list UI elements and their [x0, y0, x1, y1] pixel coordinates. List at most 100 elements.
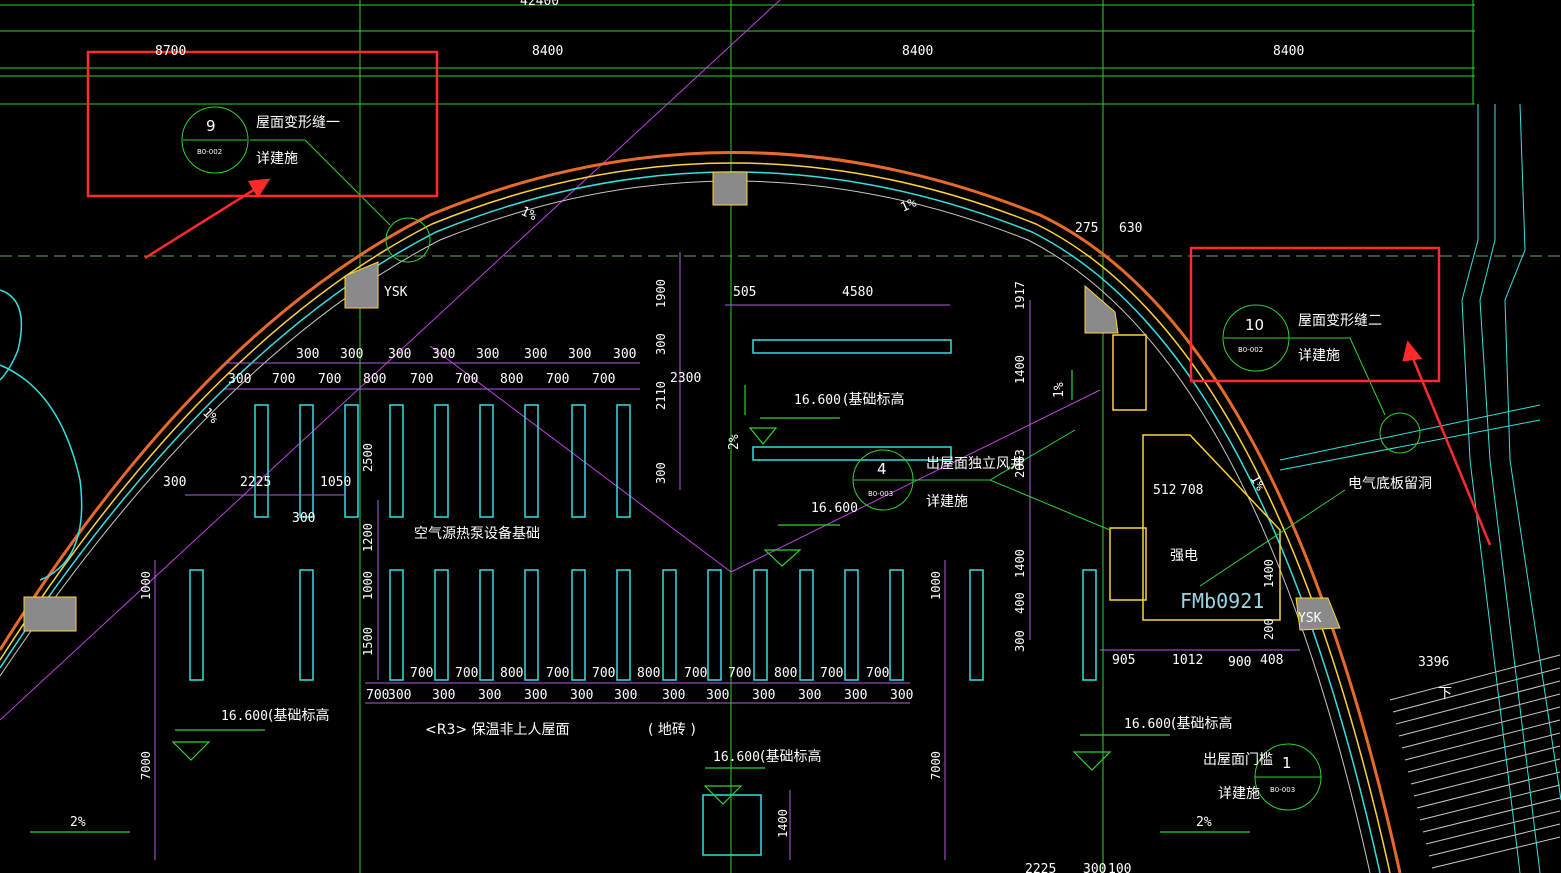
dim-misc: 505 — [733, 285, 756, 300]
dim-vert: 1400 — [776, 809, 790, 838]
elev-1-note: (基础标高 — [843, 391, 904, 408]
dim-top-4: 8400 — [1273, 44, 1304, 59]
dim-b: 800 — [500, 372, 523, 387]
callout-10-sheet: B0-002 — [1238, 346, 1263, 354]
dim-vert: 1000 — [929, 571, 943, 600]
slope-label: 2% — [1196, 815, 1212, 830]
dim-vert: 7000 — [929, 751, 943, 780]
dim-c: 700 — [455, 666, 478, 681]
dim-vert: 300 — [654, 462, 668, 484]
dim-misc: 300 — [292, 511, 315, 526]
elev-5-value: 16.600 — [713, 750, 760, 765]
elev-4-note: (基础标高 — [1171, 715, 1232, 732]
dim-b: 700 — [455, 372, 478, 387]
dim-vert: 1400 — [1013, 549, 1027, 578]
callout-4-label: 出屋面独立风井 — [926, 456, 1024, 472]
dim-d: 300 — [614, 688, 637, 703]
dim-vert: 1000 — [361, 571, 375, 600]
dim-c: 800 — [637, 666, 660, 681]
dim-vert: 7000 — [139, 751, 153, 780]
dim-misc: 1012 — [1172, 653, 1203, 668]
dim-c: 700 — [410, 666, 433, 681]
dim-misc: 2300 — [670, 371, 701, 386]
dim-d: 300 — [798, 688, 821, 703]
dim-d: 300 — [662, 688, 685, 703]
callout-10-number: 10 — [1245, 316, 1264, 334]
dim-d: 300 — [570, 688, 593, 703]
dim-c: 800 — [500, 666, 523, 681]
roof-type-label: <R3> 保温非上人屋面 — [425, 722, 570, 738]
diagonal-lines — [0, 0, 1101, 721]
callout-1-label: 出屋面门槛 — [1203, 752, 1273, 768]
dim-d: 300 — [388, 688, 411, 703]
dim-top-3: 8400 — [902, 44, 933, 59]
dim-b: 800 — [363, 372, 386, 387]
dim-a: 300 — [340, 347, 363, 362]
callout-4-ref: 详建施 — [926, 494, 968, 510]
dim-a: 300 — [568, 347, 591, 362]
dim-vert: 2500 — [361, 443, 375, 472]
slope-label: 1% — [898, 195, 919, 215]
dim-b: 700 — [272, 372, 295, 387]
dim-misc: 900 — [1228, 655, 1251, 670]
dim-misc: 275 — [1075, 221, 1098, 236]
elev-3-note: (基础标高 — [268, 707, 329, 724]
dim-misc: 708 — [1180, 483, 1203, 498]
dim-d: 300 — [478, 688, 501, 703]
dim-d: 700 — [366, 688, 389, 703]
dim-vert: 1200 — [361, 523, 375, 552]
dim-d: 300 — [844, 688, 867, 703]
elev-3-value: 16.600 — [221, 709, 268, 724]
axis-grid — [0, 0, 1561, 873]
callout-1-sheet: B0-003 — [1270, 786, 1295, 794]
dim-misc: 512 — [1153, 483, 1176, 498]
dimension-lines — [154, 252, 1300, 860]
equipment-bases — [189, 339, 1097, 856]
dim-d: 300 — [890, 688, 913, 703]
callout-1-ref: 详建施 — [1218, 786, 1260, 802]
elev-2-value: 16.600 — [811, 501, 858, 516]
dimension-labels: 42400 8700 8400 8400 8400 300 300 300 30… — [155, 0, 1449, 873]
callout-1-number: 1 — [1282, 754, 1292, 772]
dim-b: 700 — [592, 372, 615, 387]
cad-roof-plan-drawing: 42400 8700 8400 8400 8400 300 300 300 30… — [0, 0, 1561, 873]
dim-misc: 1050 — [320, 475, 351, 490]
slope-label: 2% — [727, 434, 742, 450]
slope-label: 2% — [70, 815, 86, 830]
dim-misc: 2225 — [240, 475, 271, 490]
dim-a: 300 — [432, 347, 455, 362]
dim-c: 700 — [820, 666, 843, 681]
callout-9-sheet: B0-002 — [197, 148, 222, 156]
dim-vert: 1917 — [1013, 281, 1027, 310]
dim-misc: 408 — [1260, 653, 1283, 668]
dim-d: 300 — [524, 688, 547, 703]
elevation-markers — [30, 370, 1250, 833]
dim-misc: 3396 — [1418, 655, 1449, 670]
callout-10-label: 屋面变形缝二 — [1298, 313, 1382, 329]
dim-c: 700 — [728, 666, 751, 681]
dim-vert: 1400 — [1262, 559, 1276, 588]
elev-1-value: 16.600 — [794, 393, 841, 408]
callout-4-number: 4 — [877, 460, 887, 478]
dim-misc: 2225 — [1025, 862, 1056, 873]
dim-d: 300 — [706, 688, 729, 703]
dim-vert: 1900 — [654, 279, 668, 308]
dim-c: 700 — [546, 666, 569, 681]
dim-b: 300 — [228, 372, 251, 387]
dim-a: 300 — [613, 347, 636, 362]
dim-vert: 400 — [1013, 592, 1027, 614]
dim-misc: 4580 — [842, 285, 873, 300]
dim-total: 42400 — [520, 0, 559, 9]
dim-c: 700 — [684, 666, 707, 681]
slope-label: 1% — [1052, 382, 1067, 398]
strong-elec-label: 强电 — [1170, 548, 1198, 564]
elev-4-value: 16.600 — [1124, 717, 1171, 732]
dim-misc: 630 — [1119, 221, 1142, 236]
dim-d: 300 — [752, 688, 775, 703]
callout-9-ref: 详建施 — [256, 151, 298, 167]
dim-vert: 300 — [654, 333, 668, 355]
dim-vert: 2110 — [654, 381, 668, 410]
elev-5-note: (基础标高 — [760, 748, 821, 765]
stair-down-label: 下 — [1438, 686, 1452, 702]
dim-top-1: 8700 — [155, 44, 186, 59]
